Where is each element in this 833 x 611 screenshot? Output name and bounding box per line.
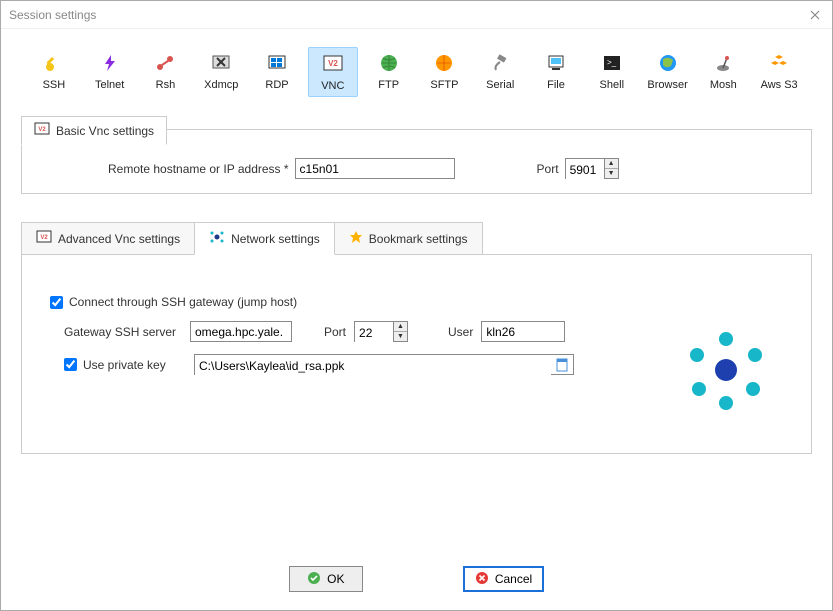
protocol-shell[interactable]: >_ Shell	[587, 47, 637, 97]
spinner-arrows[interactable]: ▲▼	[604, 159, 618, 178]
ssh-gateway-label: Connect through SSH gateway (jump host)	[69, 295, 297, 309]
protocol-label: VNC	[321, 80, 344, 92]
globe-orange-icon	[432, 51, 456, 75]
network-settings-tab-label: Network settings	[231, 232, 320, 246]
shell-icon: >_	[600, 51, 624, 75]
network-icon	[209, 229, 225, 248]
cubes-icon	[767, 51, 791, 75]
protocol-mosh[interactable]: Mosh	[698, 47, 748, 97]
cancel-button-label: Cancel	[495, 572, 532, 586]
close-icon[interactable]	[806, 6, 824, 24]
gateway-server-label: Gateway SSH server	[64, 325, 182, 339]
protocol-label: Aws S3	[761, 79, 798, 91]
cancel-button[interactable]: Cancel	[463, 566, 544, 592]
svg-text:>_: >_	[607, 58, 617, 67]
basic-vnc-tab[interactable]: V2 Basic Vnc settings	[21, 116, 167, 145]
port-spinner[interactable]: ▲▼	[565, 158, 619, 179]
satellite-icon	[711, 51, 735, 75]
gateway-server-input[interactable]	[190, 321, 292, 342]
protocol-xdmcp[interactable]: Xdmcp	[196, 47, 246, 97]
browse-file-icon[interactable]	[551, 355, 573, 374]
protocol-label: Serial	[486, 79, 514, 91]
globe-green-icon	[377, 51, 401, 75]
protocol-label: Shell	[600, 79, 624, 91]
protocol-rdp[interactable]: RDP	[252, 47, 302, 97]
protocol-label: RDP	[265, 79, 288, 91]
network-graphic-icon	[681, 325, 771, 418]
protocol-ftp[interactable]: FTP	[364, 47, 414, 97]
vnc-small-icon: V2	[34, 122, 50, 139]
ssh-gateway-checkbox-row: Connect through SSH gateway (jump host)	[50, 295, 610, 309]
vnc-icon: V2	[321, 52, 345, 76]
private-key-path-input[interactable]	[195, 355, 551, 376]
private-key-checkbox[interactable]	[64, 358, 77, 371]
gateway-user-label: User	[448, 325, 473, 339]
protocol-label: SFTP	[430, 79, 458, 91]
gateway-port-label: Port	[324, 325, 346, 339]
protocol-label: Mosh	[710, 79, 737, 91]
spinner-arrows[interactable]: ▲▼	[393, 322, 407, 341]
ssh-gateway-checkbox[interactable]	[50, 296, 63, 309]
svg-text:V2: V2	[38, 127, 46, 133]
protocol-file[interactable]: File	[531, 47, 581, 97]
svg-text:V2: V2	[328, 59, 338, 68]
remote-host-input[interactable]	[295, 158, 455, 179]
session-settings-window: Session settings SSH Telnet Rsh Xdmcp RD…	[0, 0, 833, 611]
protocol-rsh[interactable]: Rsh	[141, 47, 191, 97]
basic-vnc-panel: V2 Basic Vnc settings Remote hostname or…	[21, 129, 812, 194]
protocol-label: Xdmcp	[204, 79, 238, 91]
advanced-vnc-tab[interactable]: V2 Advanced Vnc settings	[21, 222, 195, 255]
protocol-awss3[interactable]: Aws S3	[754, 47, 804, 97]
xdmcp-icon	[209, 51, 233, 75]
basic-vnc-tab-label: Basic Vnc settings	[56, 124, 154, 138]
port-label: Port	[537, 162, 559, 176]
window-title: Session settings	[9, 8, 806, 22]
protocol-sftp[interactable]: SFTP	[420, 47, 470, 97]
gateway-port-spinner[interactable]: ▲▼	[354, 321, 408, 342]
private-key-path-field[interactable]	[194, 354, 574, 375]
rsh-icon	[153, 51, 177, 75]
protocol-label: Rsh	[156, 79, 176, 91]
gateway-user-input[interactable]	[481, 321, 565, 342]
ok-icon	[307, 571, 321, 588]
protocol-label: Browser	[647, 79, 687, 91]
private-key-label: Use private key	[83, 358, 166, 372]
globe-blue-icon	[656, 51, 680, 75]
serial-icon	[488, 51, 512, 75]
bookmark-settings-tab[interactable]: Bookmark settings	[334, 222, 483, 255]
protocol-label: FTP	[378, 79, 399, 91]
dialog-footer: OK Cancel	[1, 542, 832, 610]
rdp-icon	[265, 51, 289, 75]
svg-text:V2: V2	[40, 235, 48, 241]
file-icon	[544, 51, 568, 75]
gateway-port-input[interactable]	[355, 322, 393, 343]
protocol-ssh[interactable]: SSH	[29, 47, 79, 97]
protocol-serial[interactable]: Serial	[475, 47, 525, 97]
sub-tabs: V2 Advanced Vnc settings Network setting…	[21, 222, 812, 255]
protocol-label: SSH	[43, 79, 66, 91]
protocol-vnc[interactable]: V2 VNC	[308, 47, 358, 97]
vnc-small-icon: V2	[36, 230, 52, 247]
network-settings-tab[interactable]: Network settings	[194, 222, 335, 255]
lightning-icon	[98, 51, 122, 75]
titlebar: Session settings	[1, 1, 832, 29]
star-icon	[349, 230, 363, 247]
ok-button-label: OK	[327, 572, 344, 586]
protocol-telnet[interactable]: Telnet	[85, 47, 135, 97]
advanced-vnc-tab-label: Advanced Vnc settings	[58, 232, 180, 246]
network-settings-panel: Connect through SSH gateway (jump host) …	[21, 254, 812, 454]
protocol-toolbar: SSH Telnet Rsh Xdmcp RDP V2 VNC FTP SFTP	[1, 29, 832, 105]
ok-button[interactable]: OK	[289, 566, 363, 592]
cancel-icon	[475, 571, 489, 588]
protocol-browser[interactable]: Browser	[643, 47, 693, 97]
port-input[interactable]	[566, 159, 604, 180]
remote-host-label: Remote hostname or IP address *	[108, 162, 289, 176]
bookmark-settings-tab-label: Bookmark settings	[369, 232, 468, 246]
key-icon	[42, 51, 66, 75]
protocol-label: Telnet	[95, 79, 124, 91]
protocol-label: File	[547, 79, 565, 91]
